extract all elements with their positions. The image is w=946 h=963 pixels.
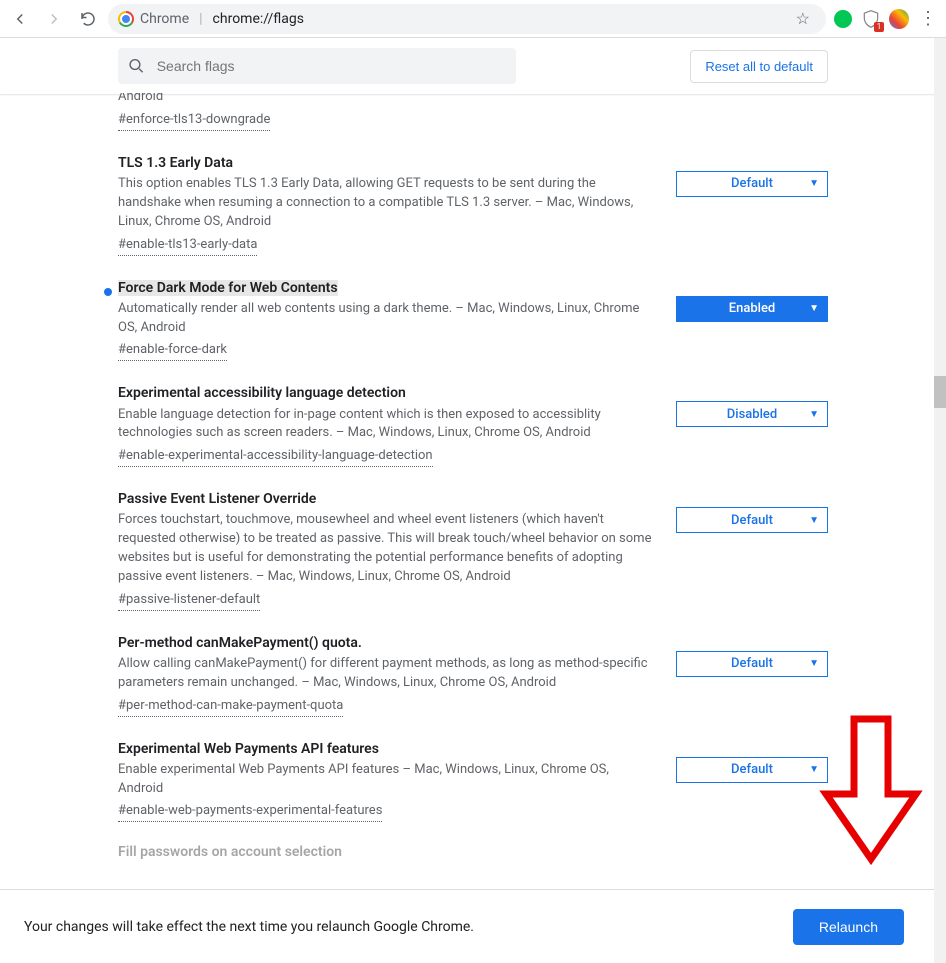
- flag-item: Experimental Web Payments API features En…: [118, 725, 828, 831]
- flag-item: TLS 1.3 Early Data This option enables TL…: [118, 139, 828, 264]
- flag-hash-link[interactable]: #enable-tls13-early-data: [118, 236, 257, 256]
- flag-select[interactable]: Default ▼: [676, 171, 828, 197]
- scrollbar-thumb[interactable]: [934, 376, 946, 408]
- profile-avatar[interactable]: [888, 8, 910, 30]
- omnibox-origin: Chrome: [140, 11, 189, 27]
- chevron-down-icon: ▼: [809, 515, 819, 526]
- flag-select-value: Enabled: [729, 301, 776, 316]
- flag-title: Experimental Web Payments API features: [118, 741, 379, 757]
- flag-title: Per-method canMakePayment() quota.: [118, 635, 362, 651]
- flag-hash-link[interactable]: #enable-web-payments-experimental-featur…: [118, 802, 382, 822]
- modified-dot-icon: [104, 288, 112, 296]
- flag-select[interactable]: Default ▼: [676, 507, 828, 533]
- flag-hash-link[interactable]: #passive-listener-default: [118, 591, 260, 611]
- flag-item: Experimental accessibility language dete…: [118, 369, 828, 475]
- flag-title: TLS 1.3 Early Data: [118, 155, 233, 171]
- flag-item: correctly or securely. They must be fixe…: [118, 93, 828, 139]
- flag-description: Enable experimental Web Payments API fea…: [118, 761, 656, 799]
- relaunch-bar: Your changes will take effect the next t…: [0, 889, 934, 963]
- flag-description: Forces touchstart, touchmove, mousewheel…: [118, 511, 656, 586]
- relaunch-message: Your changes will take effect the next t…: [24, 919, 474, 935]
- search-flags-box[interactable]: [118, 48, 516, 84]
- flags-header: Reset all to default: [0, 38, 946, 95]
- chevron-down-icon: ▼: [809, 409, 819, 420]
- flag-title-cutoff: Fill passwords on account selection: [118, 830, 828, 860]
- flag-select[interactable]: Enabled ▼: [676, 296, 828, 322]
- flag-hash-link[interactable]: #enforce-tls13-downgrade: [118, 111, 270, 131]
- flag-select-value: Disabled: [727, 407, 777, 422]
- browser-toolbar: Chrome | chrome://flags ☆ 1 ⋮: [0, 0, 946, 38]
- flag-description: This option enables TLS 1.3 Early Data, …: [118, 175, 656, 232]
- forward-button[interactable]: [40, 5, 68, 33]
- extension-shield-icon[interactable]: 1: [860, 8, 882, 30]
- reset-all-button[interactable]: Reset all to default: [690, 50, 828, 83]
- extension-grammarly-icon[interactable]: [832, 8, 854, 30]
- chevron-down-icon: ▼: [809, 764, 819, 775]
- flag-description-fragment: correctly or securely. They must be fixe…: [118, 93, 656, 107]
- chrome-icon: [118, 11, 134, 27]
- flag-item: Passive Event Listener Override Forces to…: [118, 475, 828, 619]
- flag-description: Allow calling canMakePayment() for diffe…: [118, 655, 656, 693]
- address-bar[interactable]: Chrome | chrome://flags ☆: [108, 4, 826, 34]
- bookmark-star-icon[interactable]: ☆: [796, 9, 810, 28]
- flag-select[interactable]: Default ▼: [676, 651, 828, 677]
- flag-select-value: Default: [731, 762, 773, 777]
- flag-hash-link[interactable]: #enable-experimental-accessibility-langu…: [118, 447, 433, 467]
- flag-hash-link[interactable]: #enable-force-dark: [118, 341, 227, 361]
- flag-item: Force Dark Mode for Web Contents Automati…: [118, 264, 828, 370]
- extension-badge: 1: [874, 22, 884, 32]
- flags-list: correctly or securely. They must be fixe…: [0, 93, 946, 879]
- chevron-down-icon: ▼: [809, 658, 819, 669]
- flag-title: Passive Event Listener Override: [118, 491, 316, 507]
- relaunch-button[interactable]: Relaunch: [793, 909, 904, 945]
- flag-select[interactable]: Default ▼: [676, 757, 828, 783]
- flag-select-value: Default: [731, 176, 773, 191]
- search-input[interactable]: [155, 57, 506, 75]
- flag-title: Force Dark Mode for Web Contents: [118, 280, 338, 296]
- flag-hash-link[interactable]: #per-method-can-make-payment-quota: [118, 697, 343, 717]
- flag-description: Automatically render all web contents us…: [118, 300, 656, 338]
- search-icon: [128, 57, 145, 75]
- chevron-down-icon: ▼: [809, 303, 819, 314]
- flag-description: Enable language detection for in-page co…: [118, 406, 656, 444]
- page-scrollbar[interactable]: [934, 38, 946, 963]
- reload-button[interactable]: [74, 5, 102, 33]
- flag-item: Per-method canMakePayment() quota. Allow …: [118, 619, 828, 725]
- flag-select-value: Default: [731, 656, 773, 671]
- chrome-menu-button[interactable]: ⋮: [916, 8, 940, 29]
- back-button[interactable]: [6, 5, 34, 33]
- flag-select-value: Default: [731, 513, 773, 528]
- flag-select[interactable]: Disabled ▼: [676, 401, 828, 427]
- chevron-down-icon: ▼: [809, 178, 819, 189]
- flag-title: Experimental accessibility language dete…: [118, 385, 406, 401]
- omnibox-path: chrome://flags: [213, 11, 304, 27]
